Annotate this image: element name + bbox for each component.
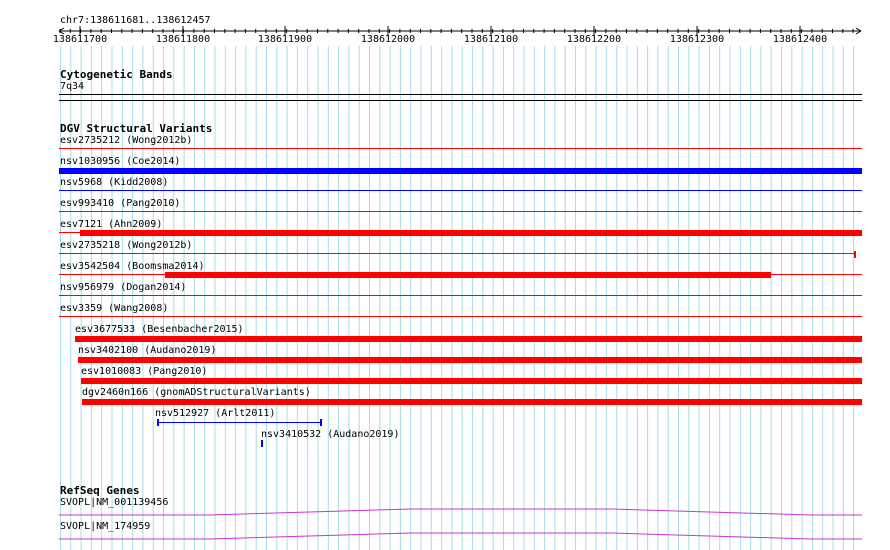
variant-feature-bar[interactable] [80, 230, 862, 236]
variant-feature-bar[interactable] [78, 357, 862, 363]
variant-label[interactable]: nsv956979 (Dogan2014) [60, 282, 186, 294]
gene-intron-line[interactable] [0, 505, 890, 517]
variant-label[interactable]: esv3359 (Wang2008) [60, 303, 168, 315]
ruler-tick-label: 138612100 [463, 34, 519, 45]
variant-baseline [59, 190, 862, 191]
cytoband-track-title[interactable]: Cytogenetic Bands [60, 68, 173, 81]
variant-feature-bar[interactable] [75, 336, 862, 342]
variant-end-cap [320, 419, 322, 426]
variant-baseline [59, 232, 80, 233]
variant-baseline [59, 148, 862, 149]
variant-baseline [59, 253, 856, 254]
ruler-tick-label: 138612300 [669, 34, 725, 45]
gene-intron-line[interactable] [0, 529, 890, 541]
variant-label[interactable]: nsv5968 (Kidd2008) [60, 177, 168, 189]
variant-feature-bar[interactable] [157, 422, 322, 423]
variant-baseline [59, 295, 862, 296]
ruler-tick-label: 138611700 [52, 34, 108, 45]
variant-label[interactable]: esv2735212 (Wong2012b) [60, 135, 192, 147]
dgv-track-title[interactable]: DGV Structural Variants [60, 122, 212, 135]
variant-label[interactable]: dgv2460n166 (gnomADStructuralVariants) [82, 387, 311, 399]
variant-label[interactable]: esv2735218 (Wong2012b) [60, 240, 192, 252]
ruler-tick-label: 138611900 [257, 34, 313, 45]
variant-label[interactable]: esv993410 (Pang2010) [60, 198, 180, 210]
cytoband-label: 7q34 [60, 81, 85, 92]
ruler-tick-label: 138612000 [360, 34, 416, 45]
variant-baseline [59, 211, 862, 212]
refseq-track-title[interactable]: RefSeq Genes [60, 484, 139, 497]
variant-feature-bar[interactable] [854, 251, 856, 258]
variant-label[interactable]: nsv3402100 (Audano2019) [78, 345, 216, 357]
cytoband-track-border [59, 100, 862, 101]
variant-label[interactable]: nsv3410532 (Audano2019) [261, 429, 399, 441]
variant-feature-bar[interactable] [82, 399, 862, 405]
variant-baseline [59, 316, 862, 317]
ruler-tick-label: 138612400 [772, 34, 828, 45]
genome-browser-view: chr7:138611681..138612457 138611700 1386… [0, 0, 890, 550]
variant-label[interactable]: esv3677533 (Besenbacher2015) [75, 324, 244, 336]
variant-end-cap [157, 419, 159, 426]
variant-label[interactable]: esv1010083 (Pang2010) [81, 366, 207, 378]
ruler-axis [58, 26, 862, 36]
variant-label[interactable]: nsv512927 (Arlt2011) [155, 408, 275, 420]
ruler-tick-label: 138612200 [566, 34, 622, 45]
ruler-tick-label: 138611800 [155, 34, 211, 45]
variant-label[interactable]: nsv1030956 (Coe2014) [60, 156, 180, 168]
cytoband-band-bar[interactable] [59, 94, 862, 95]
variant-feature-bar[interactable] [81, 378, 862, 384]
variant-feature-bar[interactable] [59, 168, 862, 174]
variant-feature-bar[interactable] [165, 272, 771, 278]
variant-feature-bar[interactable] [261, 440, 263, 447]
